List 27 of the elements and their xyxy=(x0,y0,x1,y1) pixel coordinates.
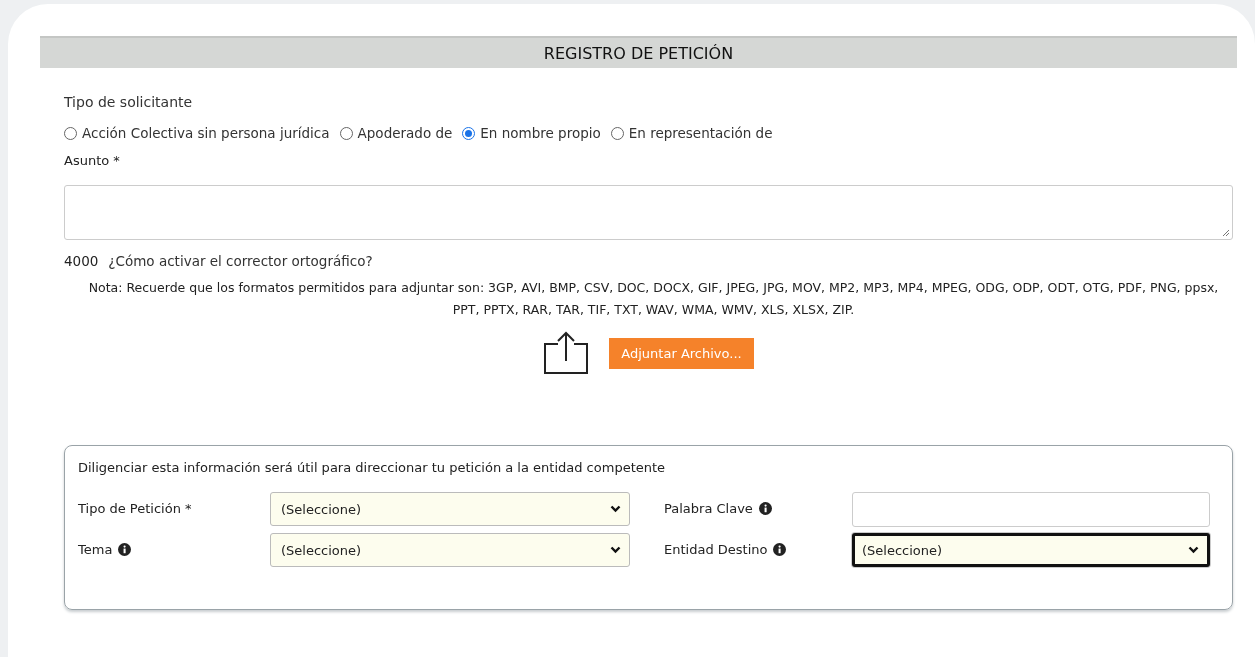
select-field[interactable]: (Seleccione) xyxy=(270,492,630,526)
radio-label[interactable]: Acción Colectiva sin persona jurídica xyxy=(82,125,330,141)
info-icon xyxy=(118,543,132,556)
chevron-icon xyxy=(610,546,621,554)
select-field[interactable]: (Seleccione) xyxy=(270,533,630,567)
chevron-icon xyxy=(1188,546,1199,554)
info-icon xyxy=(758,502,772,515)
radio-label[interactable]: En nombre propio xyxy=(480,125,601,141)
field-label: Entidad Destino xyxy=(664,542,768,557)
field-label: Palabra Clave xyxy=(664,501,753,516)
select-field[interactable]: (Seleccione) xyxy=(852,533,1210,567)
field-label: Tema xyxy=(78,542,113,557)
applicant-type-label: Tipo de solicitante xyxy=(64,94,193,110)
chevron-icon xyxy=(610,505,621,513)
subject-label: Asunto * xyxy=(64,153,120,168)
field-label: Tipo de Petición * xyxy=(78,501,192,516)
upload-icon xyxy=(543,331,590,375)
info-icon xyxy=(773,543,787,556)
allowed-formats-note: Nota: Recuerde que los formatos permitidos para adjuntar son: 3GP, AVI, BMP, CSV, DOC, DOCX, GIF, JPEG, JPG, MOV, MP2, MP3, MP4, MPEG, ODG, ODP, ODT, OTG, PDF, PNG, ppsx, PPT, PPTX, RAR, TAR, TIF, TXT, WAV, WMA, WMV, XLS, XLSX, ZIP. xyxy=(87,279,1220,319)
spellcheck-help-link[interactable]: ¿Cómo activar el corrector ortográfico? xyxy=(108,253,373,269)
keyword-input-field[interactable] xyxy=(852,492,1210,527)
radio-label[interactable]: En representación de xyxy=(628,125,773,141)
panel-intro-text: Diligenciar esta información será útil para direccionar tu petición a la entidad competente xyxy=(78,460,667,475)
section-title: REGISTRO DE PETICIÓN xyxy=(543,43,734,63)
resize-grip-icon[interactable] xyxy=(1222,229,1230,237)
character-counter: 4000 xyxy=(64,253,99,269)
radio-label[interactable]: Apoderado de xyxy=(357,125,453,141)
